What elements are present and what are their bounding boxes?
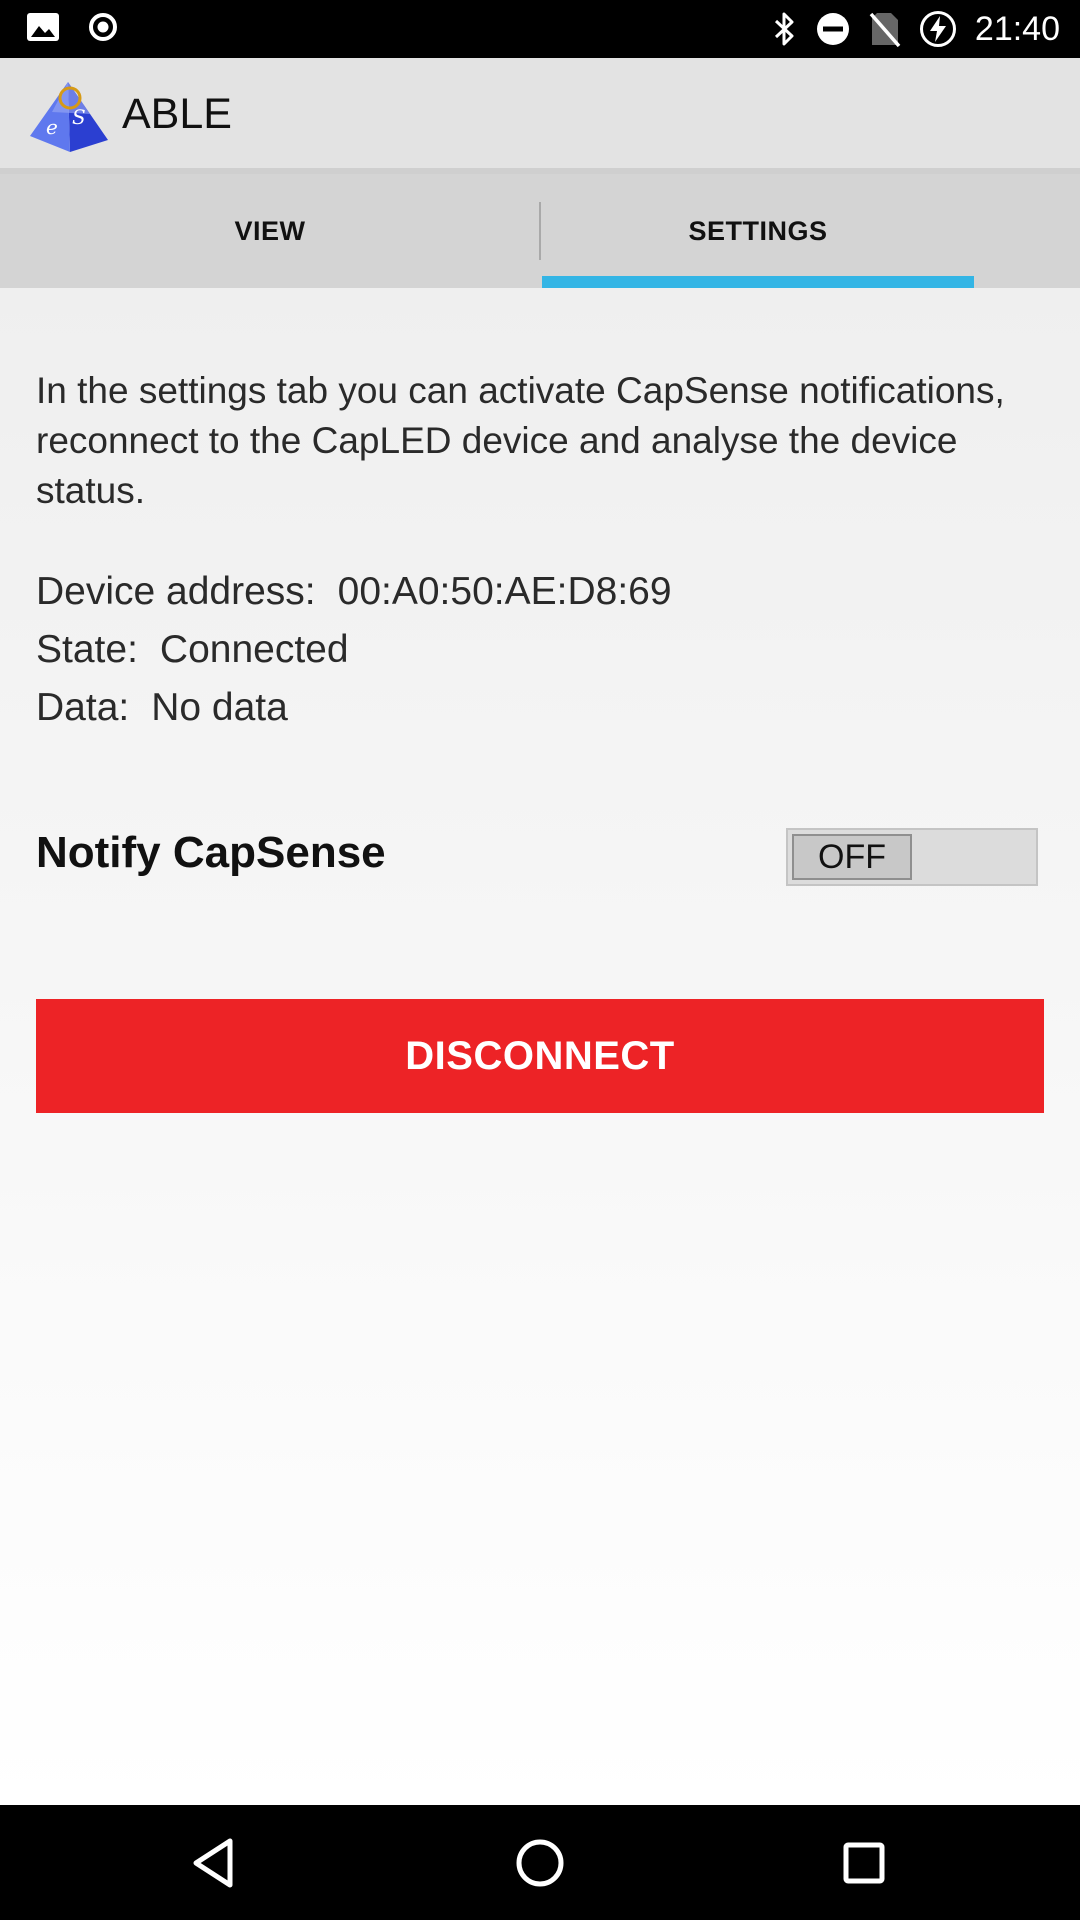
state-row: State: Connected [36, 628, 349, 672]
navigation-bar [0, 1805, 1080, 1920]
device-address-value: 00:A0:50:AE:D8:69 [337, 570, 672, 613]
disconnect-button-label: DISCONNECT [405, 1033, 675, 1078]
settings-content: In the settings tab you can activate Cap… [0, 288, 1080, 1805]
settings-intro-text: In the settings tab you can activate Cap… [36, 370, 1005, 511]
svg-text:S: S [72, 105, 86, 129]
record-icon [89, 13, 117, 41]
data-value: No data [151, 686, 288, 729]
home-icon[interactable] [510, 1833, 570, 1893]
device-address-label: Device address: [36, 570, 316, 613]
app-logo-pyramid: e S [30, 82, 108, 152]
bluetooth-icon [774, 12, 794, 46]
status-left-icons [26, 12, 118, 42]
svg-text:e: e [46, 115, 58, 139]
toggle-thumb: OFF [792, 834, 912, 880]
screen: 21:40 e S ABLE VIEW SETTINGS In the sett… [0, 0, 1080, 1920]
status-time: 21:40 [974, 10, 1060, 48]
app-title: ABLE [122, 90, 232, 138]
do-not-disturb-icon [816, 13, 849, 45]
tab-settings-label: SETTINGS [688, 215, 828, 246]
tab-view-label: VIEW [234, 215, 306, 246]
battery-charging-icon [919, 11, 956, 47]
status-right-icons: 21:40 [773, 8, 1060, 50]
tab-bar: VIEW SETTINGS [0, 168, 1080, 288]
tab-view[interactable]: VIEW [0, 174, 540, 288]
action-bar: e S ABLE [0, 58, 1080, 168]
data-label: Data: [36, 686, 130, 729]
notify-capsense-toggle[interactable]: OFF [786, 828, 1038, 886]
disconnect-button[interactable]: DISCONNECT [36, 999, 1044, 1113]
tab-selected-indicator [542, 276, 974, 288]
image-notification-icon [27, 13, 59, 41]
device-address-row: Device address: 00:A0:50:AE:D8:69 [36, 570, 672, 614]
tab-settings[interactable]: SETTINGS [542, 174, 974, 288]
back-icon[interactable] [186, 1833, 246, 1893]
status-bar: 21:40 [0, 0, 1080, 58]
state-label: State: [36, 628, 138, 671]
state-value: Connected [159, 628, 349, 671]
data-row: Data: No data [36, 686, 288, 730]
tab-divider [539, 202, 541, 260]
no-sim-icon [869, 12, 901, 48]
recents-icon[interactable] [834, 1833, 894, 1893]
notify-capsense-label: Notify CapSense [36, 828, 386, 877]
